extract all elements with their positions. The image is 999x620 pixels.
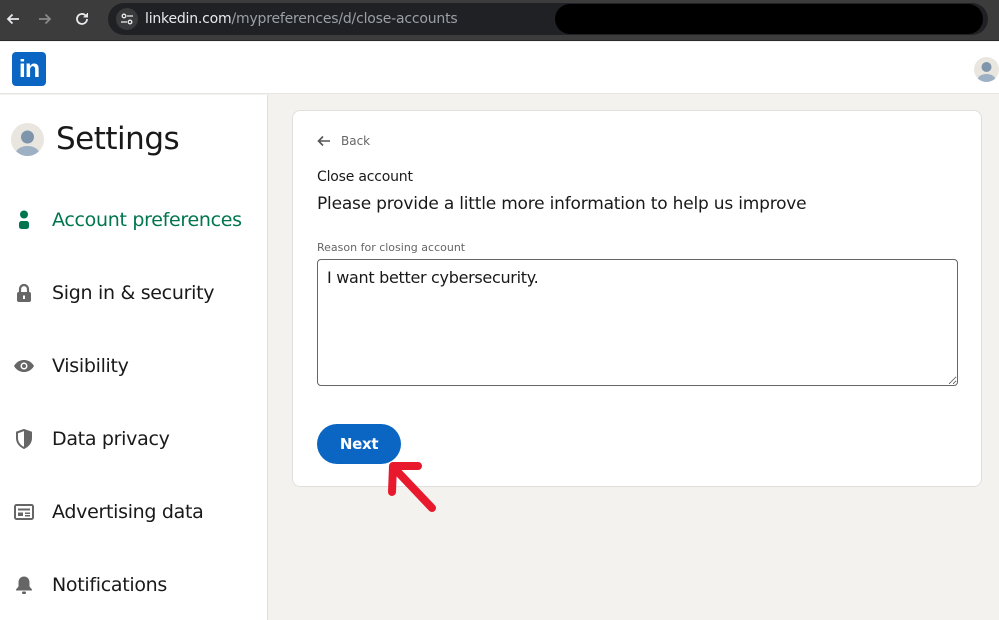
- url-text[interactable]: linkedin.com/mypreferences/d/close-accou…: [145, 11, 458, 27]
- linkedin-logo[interactable]: in: [12, 52, 46, 86]
- sidebar-item-sign-in-security[interactable]: Sign in & security: [0, 273, 268, 313]
- shield-icon: [12, 427, 36, 451]
- settings-sidebar: Settings Account preferences Sign in & s…: [0, 95, 268, 620]
- sidebar-item-account-preferences[interactable]: Account preferences: [0, 200, 268, 240]
- close-account-card: Back Close account Please provide a litt…: [292, 110, 982, 487]
- url-path: /mypreferences/d/close-accounts: [231, 11, 458, 27]
- browser-toolbar: linkedin.com/mypreferences/d/close-accou…: [0, 0, 999, 41]
- url-host: linkedin.com: [145, 11, 232, 27]
- site-info-button[interactable]: [116, 8, 138, 30]
- sidebar-item-notifications[interactable]: Notifications: [0, 565, 268, 605]
- sidebar-item-label: Data privacy: [52, 428, 170, 450]
- sidebar-item-label: Advertising data: [52, 501, 204, 523]
- profile-avatar[interactable]: [974, 57, 999, 82]
- arrow-right-icon: [39, 13, 52, 25]
- arrow-left-icon: [317, 135, 330, 147]
- settings-header: Settings: [11, 121, 180, 157]
- browser-back-button[interactable]: [2, 8, 24, 30]
- tune-icon: [121, 13, 133, 25]
- bell-icon: [12, 573, 36, 597]
- lock-icon: [12, 281, 36, 305]
- reason-label: Reason for closing account: [317, 241, 466, 254]
- reason-textarea[interactable]: [317, 259, 958, 386]
- top-navigation: in: [0, 42, 999, 94]
- sidebar-item-label: Notifications: [52, 574, 168, 596]
- section-subtitle: Please provide a little more information…: [317, 194, 807, 214]
- sidebar-item-advertising-data[interactable]: Advertising data: [0, 492, 268, 532]
- sidebar-item-label: Sign in & security: [52, 282, 215, 304]
- back-button[interactable]: Back: [317, 134, 370, 148]
- sidebar-item-data-privacy[interactable]: Data privacy: [0, 419, 268, 459]
- back-label: Back: [341, 134, 371, 148]
- sidebar-item-label: Account preferences: [52, 209, 242, 231]
- person-icon: [12, 208, 36, 232]
- redacted-region: [555, 4, 983, 34]
- sidebar-item-label: Visibility: [52, 355, 129, 377]
- browser-forward-button[interactable]: [34, 8, 56, 30]
- avatar-icon: [977, 62, 996, 82]
- avatar-icon: [15, 130, 40, 156]
- arrow-left-icon: [6, 13, 19, 25]
- browser-reload-button[interactable]: [71, 8, 93, 30]
- settings-avatar: [11, 122, 44, 156]
- section-title: Close account: [317, 169, 413, 185]
- eye-icon: [12, 354, 36, 378]
- reload-icon: [76, 13, 88, 25]
- sidebar-item-visibility[interactable]: Visibility: [0, 346, 268, 386]
- next-button[interactable]: Next: [317, 424, 401, 464]
- settings-title: Settings: [56, 121, 180, 157]
- ad-icon: [12, 500, 36, 524]
